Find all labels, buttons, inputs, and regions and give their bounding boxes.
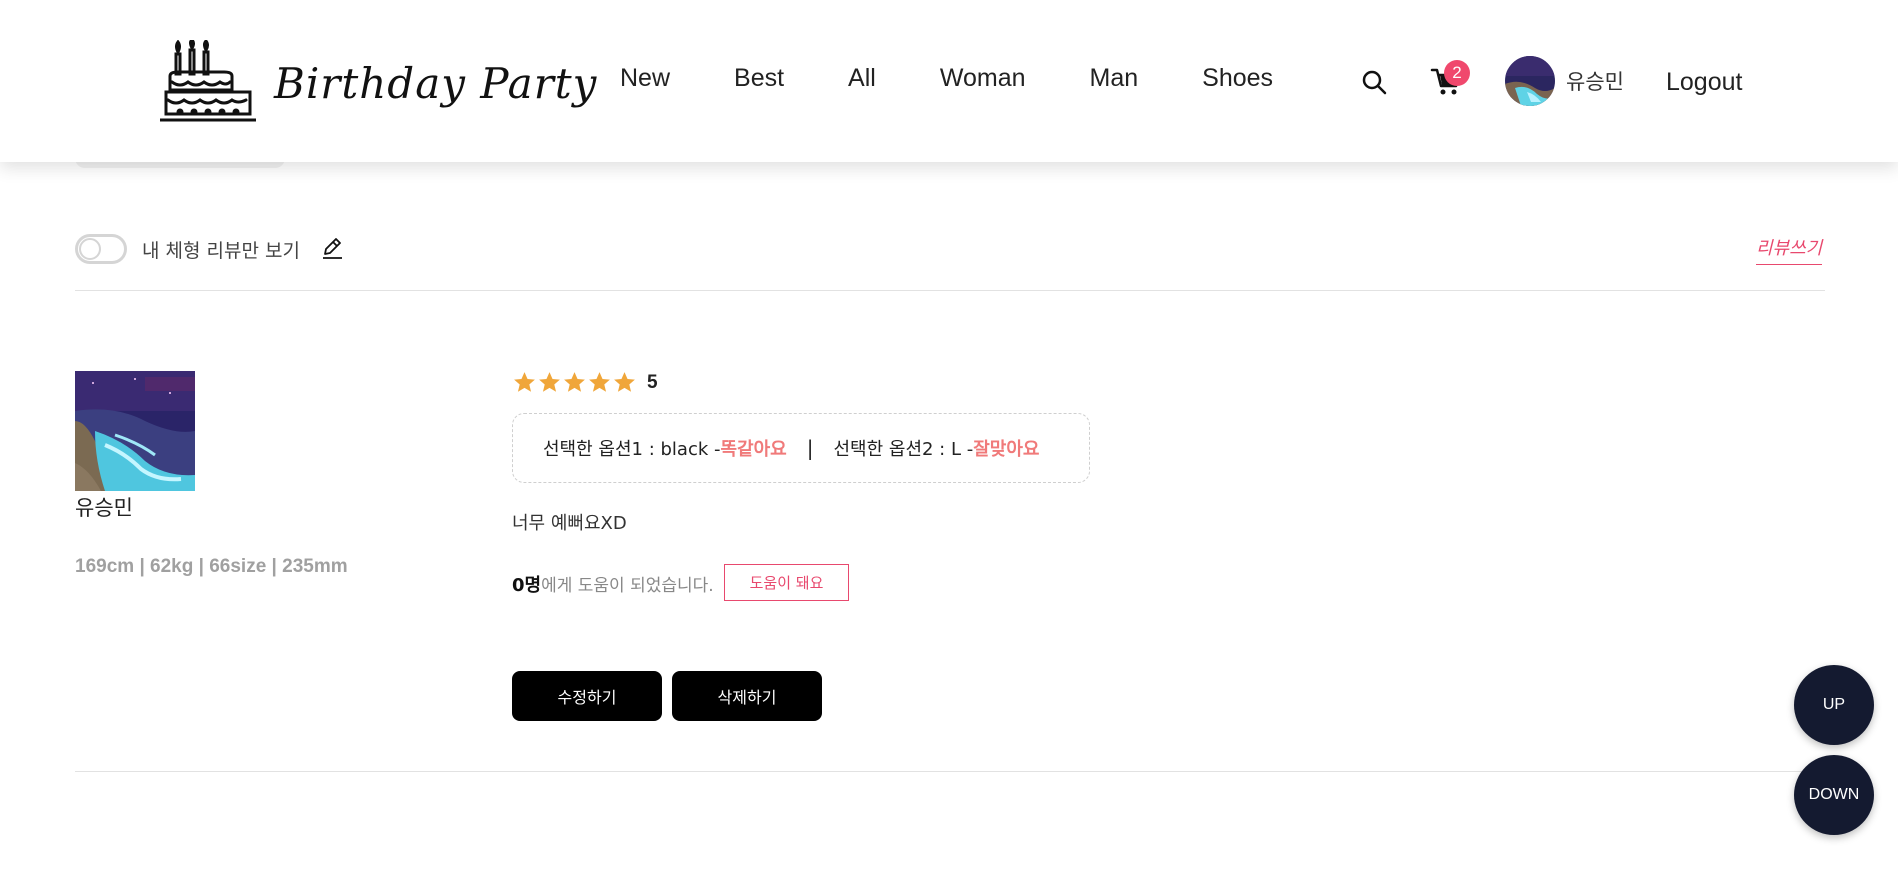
star-icon xyxy=(614,372,635,392)
rating-value: 5 xyxy=(647,371,658,393)
site-header: Birthday Party New Best All Woman Man Sh… xyxy=(0,0,1898,162)
star-icon xyxy=(514,372,535,392)
write-review-link[interactable]: 리뷰쓰기 xyxy=(1756,234,1823,265)
rating-stars: 5 xyxy=(512,370,658,395)
star-icon xyxy=(564,372,585,392)
user-name[interactable]: 유승민 xyxy=(1566,66,1624,96)
brand-logo[interactable]: Birthday Party xyxy=(160,38,597,128)
logout-link[interactable]: Logout xyxy=(1666,68,1742,97)
nav-item-shoes[interactable]: Shoes xyxy=(1202,64,1273,93)
helpful-count-text: 0명에게 도움이 되었습니다. xyxy=(512,571,714,597)
scroll-down-button[interactable]: DOWN xyxy=(1794,755,1874,835)
helpful-count: 0명 xyxy=(512,575,542,596)
cart-count-badge: 2 xyxy=(1444,60,1470,86)
nav-item-new[interactable]: New xyxy=(620,64,670,93)
reviewer-body-info: 169cm | 62kg | 66size | 235mm xyxy=(75,556,348,577)
option-separator: | xyxy=(806,436,814,460)
star-icon xyxy=(589,372,610,392)
option1-label: 선택한 옵션1 : black - xyxy=(543,439,721,460)
star-icon xyxy=(539,372,560,392)
scroll-up-button[interactable]: UP xyxy=(1794,665,1874,745)
option1-value: 똑같아요 xyxy=(720,439,787,460)
nav-item-all[interactable]: All xyxy=(848,64,876,93)
pencil-icon[interactable] xyxy=(320,236,344,260)
nav-item-woman[interactable]: Woman xyxy=(940,64,1026,93)
delete-review-button[interactable]: 삭제하기 xyxy=(672,671,822,721)
body-type-filter-label: 내 체형 리뷰만 보기 xyxy=(142,240,300,262)
brand-name: Birthday Party xyxy=(274,58,598,108)
reviewer-name: 유승민 xyxy=(75,496,133,520)
nav-item-man[interactable]: Man xyxy=(1090,64,1139,93)
cake-logo-icon xyxy=(160,40,256,122)
selected-options-box: 선택한 옵션1 : black - 똑같아요 | 선택한 옵션2 : L - 잘… xyxy=(512,413,1090,483)
divider xyxy=(75,290,1825,291)
body-type-toggle[interactable] xyxy=(75,234,127,264)
toggle-knob xyxy=(79,238,101,260)
helpful-button[interactable]: 도움이 돼요 xyxy=(724,564,849,601)
avatar[interactable] xyxy=(1505,56,1555,106)
nav-item-best[interactable]: Best xyxy=(734,64,784,93)
main-nav: New Best All Woman Man Shoes xyxy=(620,64,1337,93)
search-icon[interactable] xyxy=(1360,68,1388,96)
review-text: 너무 예뻐요XD xyxy=(512,513,627,534)
option2-value: 잘맞아요 xyxy=(973,439,1040,460)
helpful-suffix: 에게 도움이 되었습니다. xyxy=(541,576,714,596)
edit-review-button[interactable]: 수정하기 xyxy=(512,671,662,721)
reviewer-photo xyxy=(75,371,195,491)
divider xyxy=(75,771,1825,772)
option2-label: 선택한 옵션2 : L - xyxy=(833,439,974,460)
